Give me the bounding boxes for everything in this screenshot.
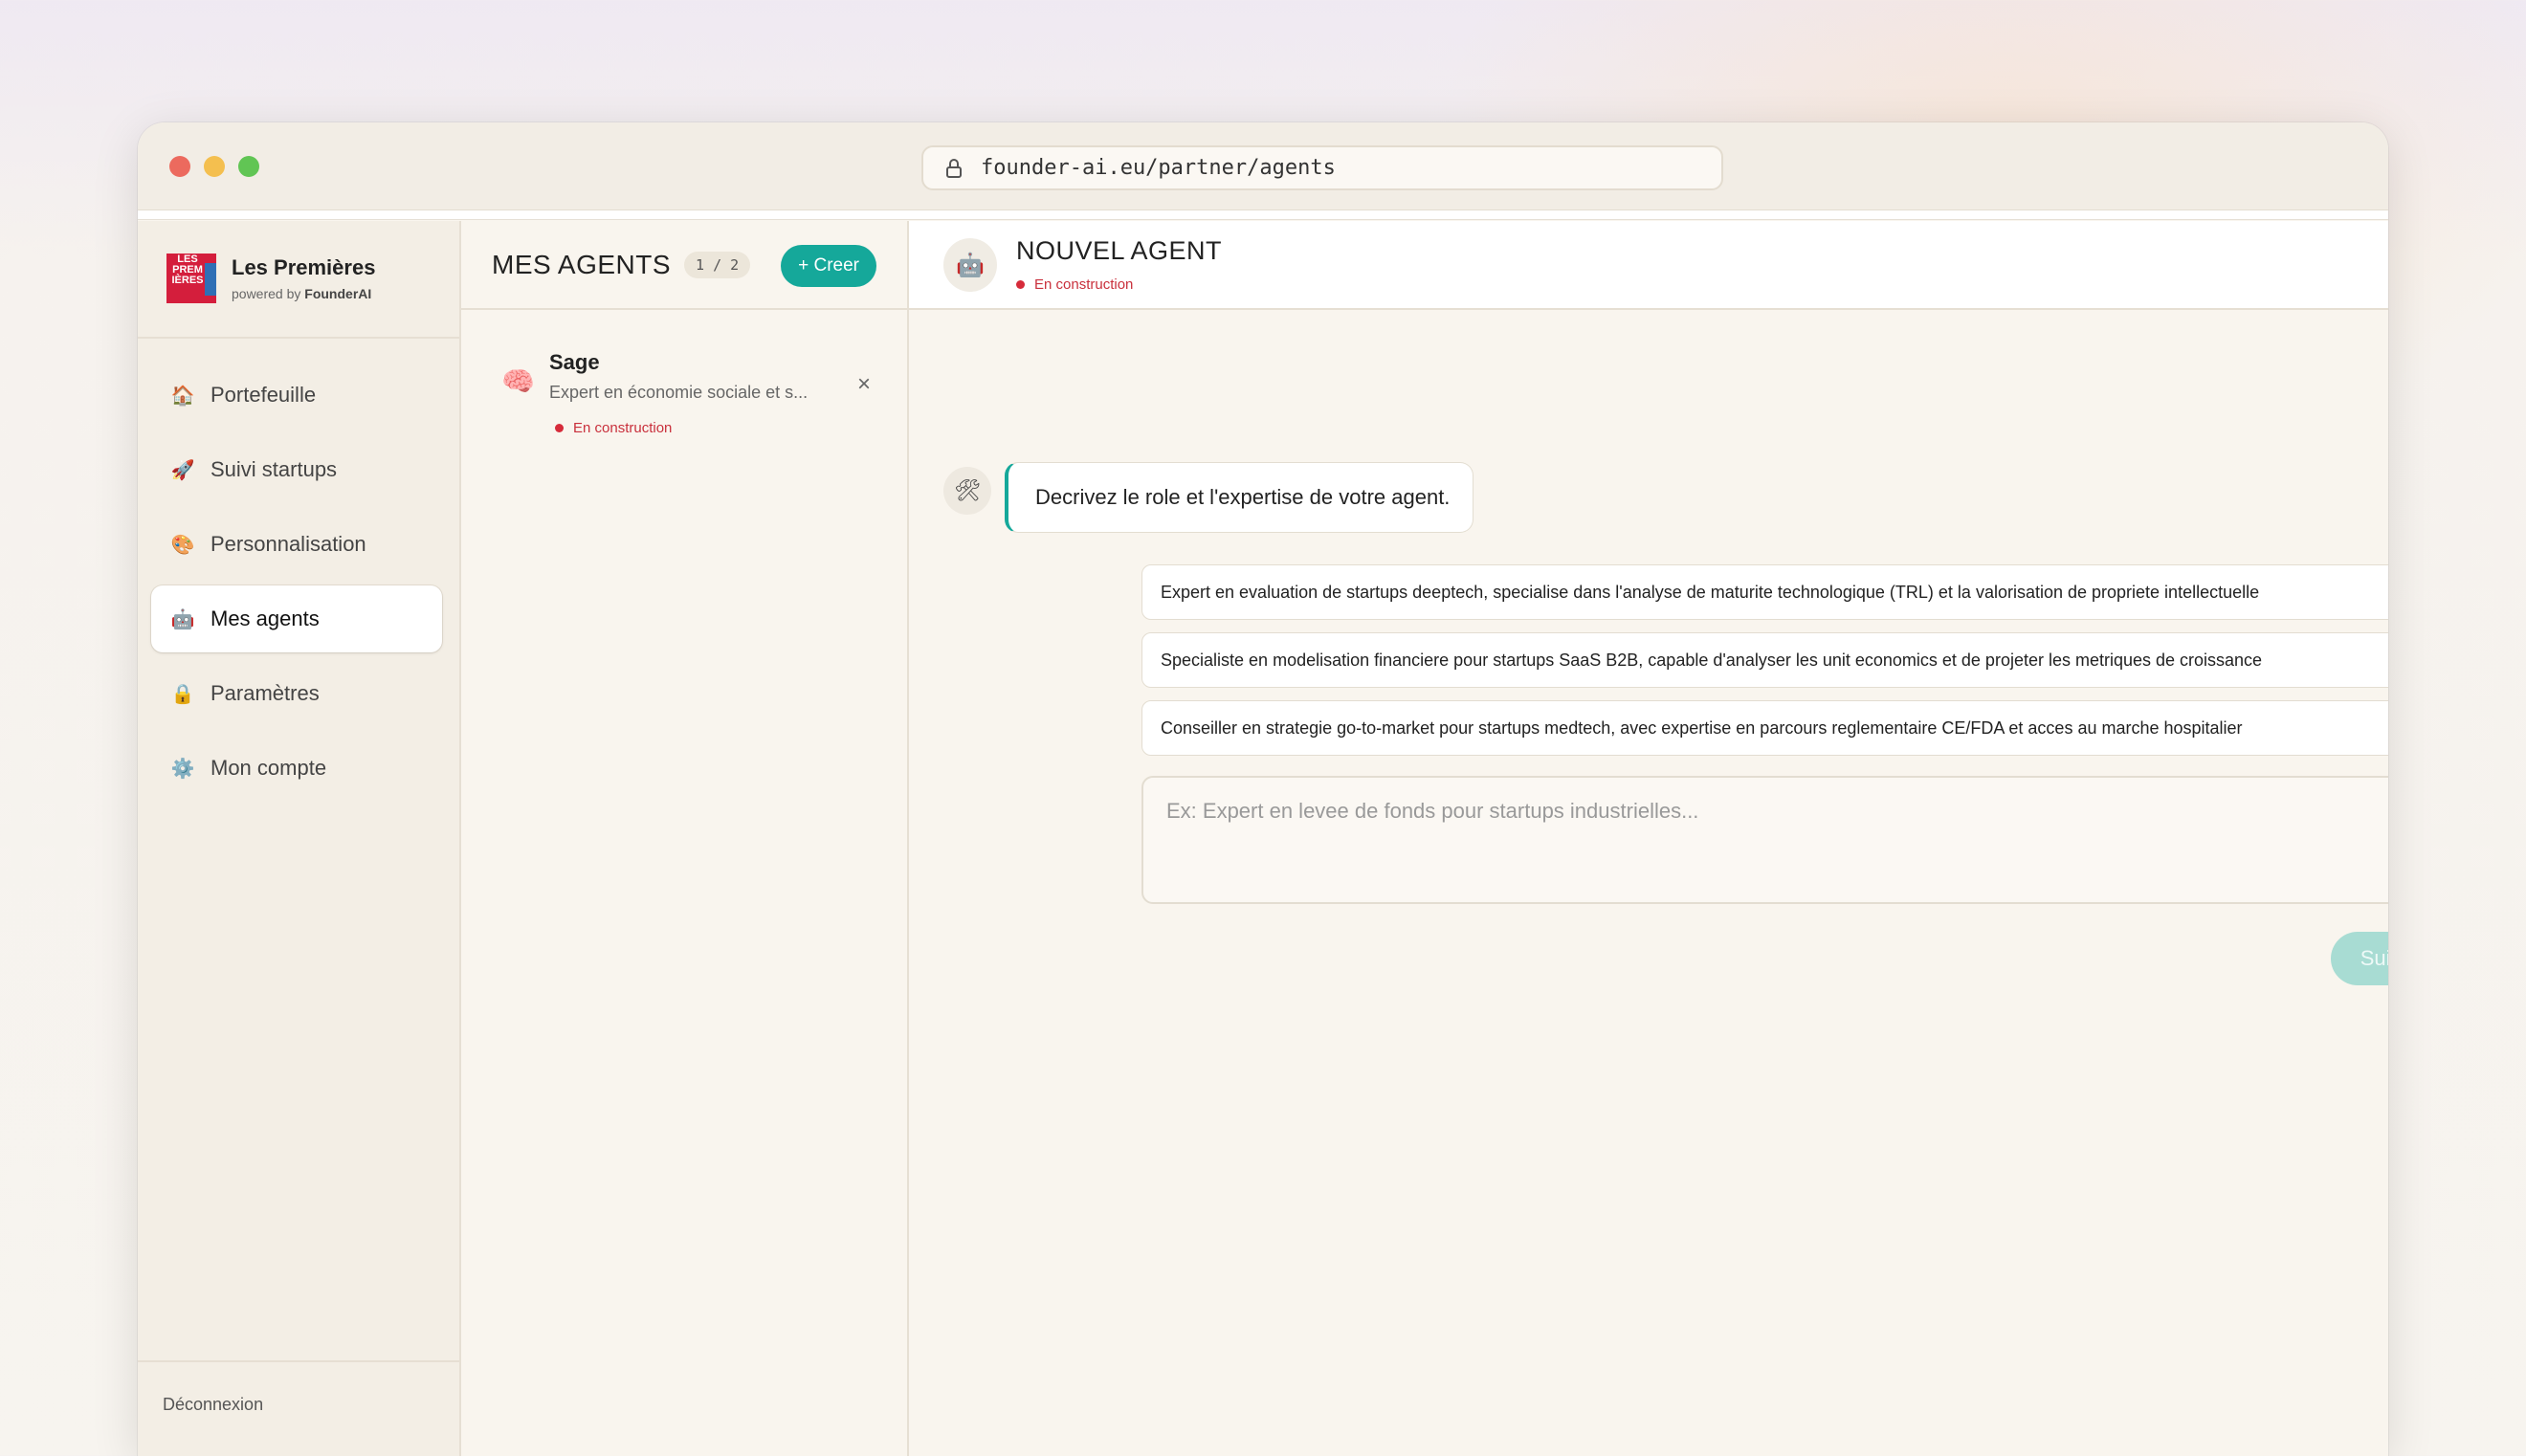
sidebar-item-personnalisation[interactable]: 🎨 Personnalisation [151, 511, 442, 578]
column-divider [907, 310, 909, 1046]
agents-count-badge: 1 / 2 [684, 251, 751, 278]
sidebar-nav: 🏠 Portefeuille 🚀 Suivi startups 🎨 Person… [151, 362, 442, 809]
tools-icon: 🛠 [943, 467, 991, 515]
sidebar-item-label: Mon compte [210, 756, 327, 780]
agents-panel-header: MES AGENTS 1 / 2 + Creer [461, 221, 907, 310]
status-badge: En construction [1016, 276, 1133, 293]
sidebar-item-label: Mes agents [210, 607, 320, 630]
brand-name: Les Premières [232, 255, 376, 279]
agent-builder-header: 🤖 NOUVEL AGENT En construction [909, 221, 2388, 310]
rocket-icon: 🚀 [170, 459, 195, 481]
sidebar-item-label: Personnalisation [210, 532, 366, 556]
agent-name: Sage [549, 350, 600, 374]
sidebar-item-parametres[interactable]: 🔒 Paramètres [151, 660, 442, 727]
maximize-window-button[interactable] [238, 156, 259, 177]
agent-status-label: En construction [573, 420, 673, 436]
sidebar-item-label: Portefeuille [210, 383, 317, 407]
create-agent-button[interactable]: + Creer [781, 245, 876, 287]
suggestion-chip[interactable]: Specialiste en modelisation financiere p… [1141, 632, 2388, 688]
assistant-message: Decrivez le role et l'expertise de votre… [1005, 462, 1474, 533]
agents-panel-title: MES AGENTS [492, 249, 672, 279]
sidebar-item-label: Paramètres [210, 681, 320, 705]
robot-icon: 🤖 [943, 238, 997, 292]
agents-panel: MES AGENTS 1 / 2 + Creer 🧠 Sage Expert e… [461, 221, 909, 1456]
gear-icon: ⚙️ [170, 758, 195, 780]
sidebar-item-mon-compte[interactable]: ⚙️ Mon compte [151, 735, 442, 802]
brain-icon: 🧠 [501, 366, 535, 396]
toolbar-strip [138, 210, 2388, 220]
agent-list-item[interactable]: 🧠 Sage Expert en économie sociale et s..… [488, 331, 880, 446]
house-icon: 🏠 [170, 385, 195, 407]
minimize-window-button[interactable] [204, 156, 225, 177]
sidebar: LES PREM IÈRES Les Premières powered by … [138, 221, 461, 1456]
suggestion-chip[interactable]: Conseiller en strategie go-to-market pou… [1141, 700, 2388, 756]
sidebar-item-suivi-startups[interactable]: 🚀 Suivi startups [151, 436, 442, 503]
lock-icon [946, 158, 962, 178]
agent-description: Expert en économie sociale et s... [549, 383, 809, 402]
brand-logo: LES PREM IÈRES [166, 254, 216, 303]
close-icon[interactable]: × [857, 371, 871, 398]
brand: LES PREM IÈRES Les Premières powered by … [166, 254, 375, 303]
sidebar-divider [138, 337, 461, 339]
robot-icon: 🤖 [170, 608, 195, 630]
agent-description-input[interactable]: Ex: Expert en levee de fonds pour startu… [1141, 776, 2388, 904]
address-bar[interactable]: founder-ai.eu/partner/agents [921, 145, 1723, 190]
sidebar-item-portefeuille[interactable]: 🏠 Portefeuille [151, 362, 442, 429]
browser-titlebar: founder-ai.eu/partner/agents [138, 122, 2388, 210]
suggestion-chip[interactable]: Expert en evaluation de startups deeptec… [1141, 564, 2388, 620]
logout-link[interactable]: Déconnexion [163, 1395, 263, 1414]
lock-icon: 🔒 [170, 683, 195, 705]
palette-icon: 🎨 [170, 534, 195, 556]
agent-builder: 🤖 NOUVEL AGENT En construction 🛠 Decrive… [907, 221, 2388, 1456]
sidebar-footer: Déconnexion [138, 1360, 461, 1415]
next-button[interactable]: Suivant → [2331, 932, 2388, 985]
brand-logo-text: LES PREM IÈRES [171, 254, 204, 286]
browser-window: founder-ai.eu/partner/agents LES PREM IÈ… [138, 122, 2388, 1456]
close-window-button[interactable] [169, 156, 190, 177]
status-label: En construction [1034, 276, 1134, 293]
brand-powered-by: powered by FounderAI [232, 286, 372, 301]
agent-status: En construction [549, 420, 880, 436]
sidebar-item-mes-agents[interactable]: 🤖 Mes agents [151, 585, 442, 652]
url-text: founder-ai.eu/partner/agents [981, 156, 1336, 180]
sidebar-item-label: Suivi startups [210, 457, 338, 481]
page-title: NOUVEL AGENT [1016, 236, 1223, 265]
status-dot-icon [555, 424, 564, 432]
status-dot-icon [1016, 280, 1025, 289]
